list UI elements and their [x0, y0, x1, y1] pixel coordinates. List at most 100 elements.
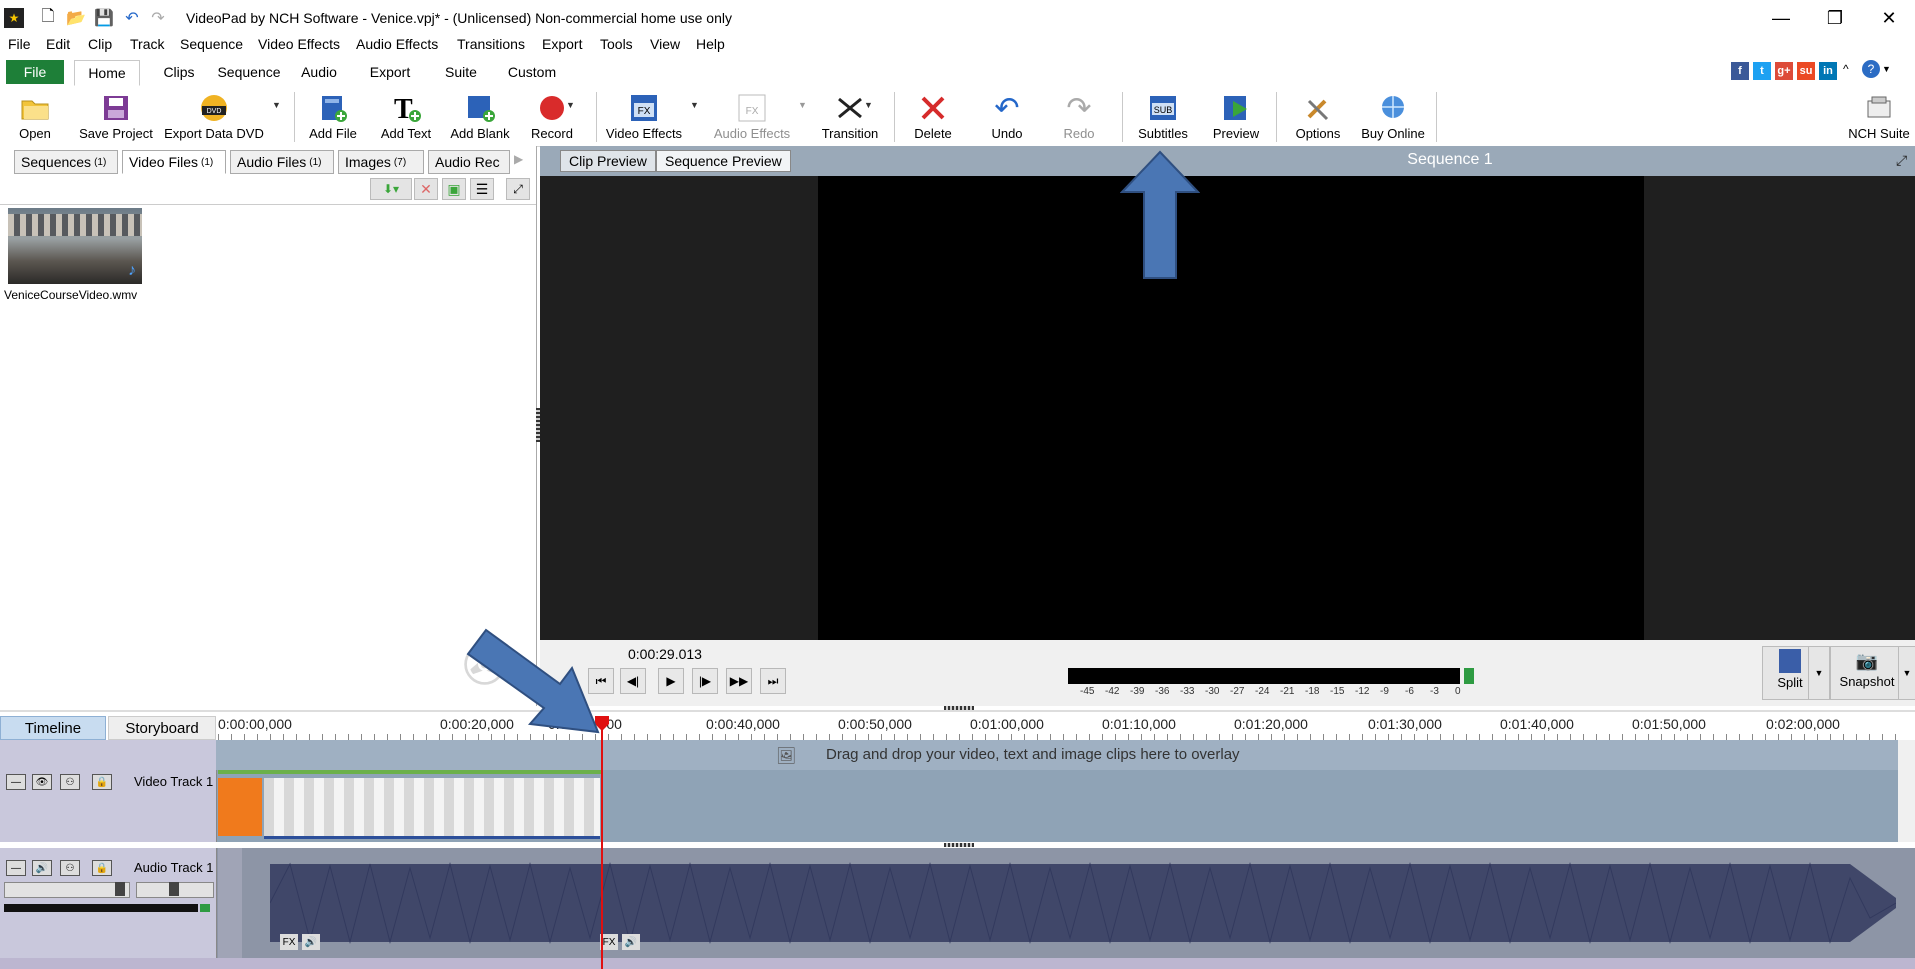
add-file-button[interactable]: Add File — [304, 86, 362, 146]
transition-dropdown-icon[interactable]: ▼ — [864, 100, 873, 110]
stumbleupon-icon[interactable]: su — [1797, 62, 1815, 80]
add-text-button[interactable]: T Add Text — [372, 86, 440, 146]
clip-audio-icon[interactable]: 🔊 — [302, 934, 320, 950]
skip-to-end-button[interactable]: ⏭ — [760, 668, 786, 694]
lock-audio-icon[interactable]: 🔒 — [92, 860, 112, 876]
menu-track[interactable]: Track — [130, 36, 164, 52]
new-project-icon[interactable]: 🗋 — [38, 8, 58, 28]
title-clip[interactable] — [218, 778, 262, 836]
buy-online-button[interactable]: Buy Online — [1354, 86, 1432, 146]
tab-export[interactable]: Export — [362, 60, 418, 84]
minimize-button[interactable]: — — [1756, 4, 1806, 32]
save-icon[interactable]: 💾 — [94, 8, 114, 28]
record-dropdown-icon[interactable]: ▼ — [566, 100, 575, 110]
delete-button[interactable]: Delete — [908, 86, 958, 146]
tab-clip-preview[interactable]: Clip Preview — [560, 150, 656, 172]
google-plus-icon[interactable]: g+ — [1775, 62, 1793, 80]
tab-suite[interactable]: Suite — [436, 60, 486, 84]
snapshot-dropdown-icon[interactable]: ▼ — [1898, 646, 1915, 700]
undock-panel-icon[interactable]: ⤢ — [506, 178, 530, 200]
menu-export[interactable]: Export — [542, 36, 582, 52]
speaker-icon[interactable]: 🔊 — [32, 860, 52, 876]
close-button[interactable]: ✕ — [1864, 4, 1914, 32]
overlay-track[interactable]: 🖼 Drag and drop your video, text and ima… — [0, 740, 1915, 770]
step-back-button[interactable]: ◀| — [620, 668, 646, 694]
redo-quick-icon[interactable]: ↷ — [148, 8, 168, 28]
clip-audio-icon-2[interactable]: 🔊 — [622, 934, 640, 950]
snapshot-button[interactable]: 📷 Snapshot — [1830, 646, 1904, 700]
playhead-line[interactable] — [601, 718, 603, 969]
menu-edit[interactable]: Edit — [46, 36, 70, 52]
collapse-ribbon-icon[interactable]: ^ — [1843, 62, 1849, 76]
tab-file[interactable]: File — [6, 60, 64, 84]
transition-button[interactable]: Transition — [818, 86, 882, 146]
tab-audio-recordings[interactable]: Audio Rec — [428, 150, 510, 174]
restore-button[interactable]: ❐ — [1810, 4, 1860, 32]
audio-track[interactable]: — 🔊 ⚇ 🔒 Audio Track 1 FX 🔊 FX 🔊 — [0, 848, 1915, 958]
undock-preview-icon[interactable]: ⤢ — [1896, 152, 1907, 169]
audio-effects-dropdown-icon[interactable]: ▼ — [798, 100, 807, 110]
step-forward-button[interactable]: |▶ — [692, 668, 718, 694]
venice-clip[interactable] — [264, 778, 600, 836]
tab-storyboard[interactable]: Storyboard — [108, 716, 216, 740]
menu-tools[interactable]: Tools — [600, 36, 633, 52]
tab-video-files[interactable]: Video Files (1) — [122, 150, 226, 174]
clip-fx-button[interactable]: FX — [280, 934, 298, 950]
tab-audio-files[interactable]: Audio Files (1) — [230, 150, 334, 174]
collapse-audio-track-icon[interactable]: — — [6, 860, 26, 876]
help-icon[interactable]: ? — [1862, 60, 1880, 78]
redo-button[interactable]: ↷ Redo — [1054, 86, 1104, 146]
twitter-icon[interactable]: t — [1753, 62, 1771, 80]
video-track[interactable]: — 👁 ⚇ 🔒 Video Track 1 — [0, 770, 1915, 842]
track-resize-handle[interactable] — [944, 843, 974, 847]
play-button[interactable]: ▶ — [658, 668, 684, 694]
undo-button[interactable]: ↶ Undo — [982, 86, 1032, 146]
video-clips[interactable] — [218, 770, 602, 842]
solo-track-icon[interactable]: ⚇ — [60, 774, 80, 790]
menu-video-effects[interactable]: Video Effects — [258, 36, 340, 52]
help-dropdown-icon[interactable]: ▼ — [1882, 64, 1891, 74]
tab-custom[interactable]: Custom — [504, 60, 560, 84]
video-effects-button[interactable]: FX Video Effects — [602, 86, 686, 146]
export-data-dvd-button[interactable]: DVD Export Data DVD — [162, 86, 266, 146]
tab-images[interactable]: Images (7) — [338, 150, 424, 174]
tab-sequence[interactable]: Sequence — [214, 60, 284, 84]
new-folder-icon[interactable]: ▣ — [442, 178, 466, 200]
menu-view[interactable]: View — [650, 36, 680, 52]
open-button[interactable]: Open — [12, 86, 58, 146]
menu-file[interactable]: File — [8, 36, 31, 52]
volume-slider[interactable] — [4, 882, 130, 898]
menu-help[interactable]: Help — [696, 36, 725, 52]
tab-home[interactable]: Home — [74, 60, 140, 86]
list-view-icon[interactable]: ☰ — [470, 178, 494, 200]
undo-quick-icon[interactable]: ↶ — [122, 8, 142, 28]
tab-sequence-preview[interactable]: Sequence Preview — [656, 150, 791, 172]
visibility-eye-icon[interactable]: 👁 — [32, 774, 52, 790]
pan-slider[interactable] — [136, 882, 214, 898]
audio-waveform[interactable] — [269, 858, 1897, 948]
remove-file-icon[interactable]: ✕ — [414, 178, 438, 200]
video-display[interactable] — [818, 176, 1644, 640]
open-project-icon[interactable]: 📂 — [66, 8, 86, 28]
preview-button[interactable]: Preview — [1206, 86, 1266, 146]
split-dropdown-icon[interactable]: ▼ — [1808, 646, 1830, 700]
timeline-scrollbar[interactable] — [0, 958, 1915, 969]
export-dvd-dropdown-icon[interactable]: ▼ — [272, 100, 281, 110]
tab-sequences[interactable]: Sequences (1) — [14, 150, 118, 174]
menu-transitions[interactable]: Transitions — [457, 36, 525, 52]
subtitles-button[interactable]: SUB Subtitles — [1132, 86, 1194, 146]
collapse-track-icon[interactable]: — — [6, 774, 26, 790]
import-dropdown-icon[interactable]: ⬇▾ — [370, 178, 412, 200]
menu-clip[interactable]: Clip — [88, 36, 112, 52]
solo-audio-icon[interactable]: ⚇ — [60, 860, 80, 876]
add-blank-button[interactable]: Add Blank — [446, 86, 514, 146]
track-scrollbar[interactable] — [1898, 740, 1915, 842]
video-effects-dropdown-icon[interactable]: ▼ — [690, 100, 699, 110]
record-button[interactable]: Record — [526, 86, 578, 146]
linkedin-icon[interactable]: in — [1819, 62, 1837, 80]
scroll-tabs-right-icon[interactable]: ▶ — [514, 152, 523, 166]
facebook-icon[interactable]: f — [1731, 62, 1749, 80]
lock-track-icon[interactable]: 🔒 — [92, 774, 112, 790]
menu-audio-effects[interactable]: Audio Effects — [356, 36, 438, 52]
nch-suite-button[interactable]: NCH Suite — [1844, 86, 1914, 146]
